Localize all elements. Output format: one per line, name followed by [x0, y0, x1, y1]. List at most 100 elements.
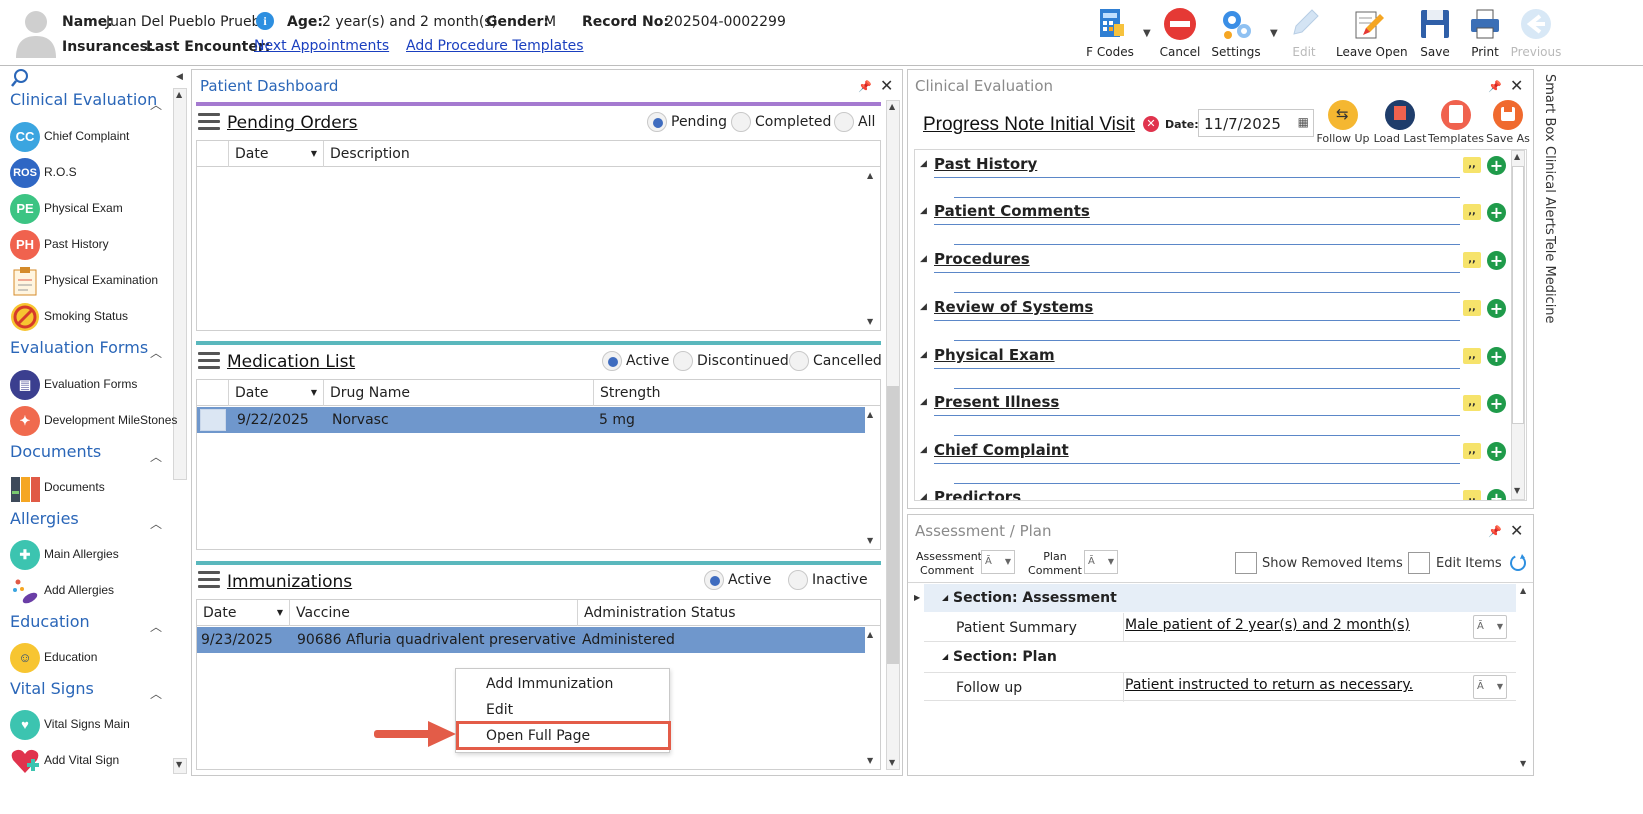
sidebar-item-chief-complaint[interactable]: CC Chief Complaint: [10, 120, 180, 154]
patient-summary-value[interactable]: Male patient of 2 year(s) and 2 month(s): [1125, 617, 1410, 633]
close-icon[interactable]: ✕: [1510, 76, 1523, 95]
section-name[interactable]: Patient Comments: [934, 202, 1090, 220]
column-description[interactable]: Description: [324, 141, 864, 167]
load-last-button[interactable]: Load Last: [1372, 100, 1428, 145]
pin-icon[interactable]: 📌: [858, 80, 872, 93]
radio-active[interactable]: Active: [704, 570, 771, 590]
collapse-triangle-icon[interactable]: ◢: [942, 652, 948, 661]
scroll-up-arrow-icon[interactable]: ▲: [889, 102, 895, 111]
sidebar-item-add-allergies[interactable]: Add Allergies: [10, 574, 180, 608]
scroll-down-arrow-icon[interactable]: ▼: [867, 536, 873, 545]
collapse-triangle-icon[interactable]: ◢: [920, 206, 927, 216]
scroll-down-arrow-icon[interactable]: ▼: [867, 317, 873, 326]
column-date[interactable]: Date ▼: [197, 600, 290, 626]
pin-icon[interactable]: 📌: [1488, 525, 1502, 538]
table-row[interactable]: Patient Summary Male patient of 2 year(s…: [924, 613, 1516, 642]
chevron-up-icon[interactable]: ︿: [150, 618, 162, 635]
info-icon[interactable]: i: [256, 12, 274, 30]
scroll-up-arrow-icon[interactable]: ▲: [1514, 152, 1520, 161]
section-clinical-evaluation[interactable]: Clinical Evaluation: [10, 90, 157, 109]
quote-icon[interactable]: ,,: [1463, 490, 1481, 500]
menu-item-add-immunization[interactable]: Add Immunization: [486, 676, 613, 692]
close-icon[interactable]: ✕: [880, 76, 893, 95]
leave-open-button[interactable]: Leave Open: [1336, 6, 1408, 62]
column-administration-status[interactable]: Administration Status: [578, 600, 864, 626]
refresh-icon[interactable]: [1508, 553, 1528, 573]
section-education[interactable]: Education: [10, 612, 90, 631]
sidebar-item-past-history[interactable]: PH Past History: [10, 228, 180, 262]
chevron-up-icon[interactable]: ︿: [150, 685, 162, 702]
section-past-history[interactable]: ◢ Past History ,, +: [920, 153, 1510, 201]
chevron-up-icon[interactable]: ︿: [150, 448, 162, 465]
sidebar-item-physical-exam[interactable]: PE Physical Exam: [10, 192, 180, 226]
radio-all[interactable]: All: [834, 112, 875, 132]
expand-triangle-icon[interactable]: ▶: [914, 593, 920, 602]
radio-active[interactable]: Active: [602, 351, 669, 371]
medication-list-title[interactable]: Medication List: [227, 352, 355, 372]
collapse-triangle-icon[interactable]: ◢: [920, 445, 927, 455]
plan-comment-dropdown[interactable]: Ā ▼: [1084, 550, 1118, 574]
section-physical-exam[interactable]: ◢ Physical Exam ,, +: [920, 344, 1510, 392]
search-icon[interactable]: [10, 68, 30, 88]
follow-up-button[interactable]: ⇆ Follow Up: [1315, 100, 1371, 145]
patient-summary-format-dropdown[interactable]: Ā ▼: [1473, 615, 1507, 639]
scroll-down-arrow-icon[interactable]: ▼: [867, 756, 873, 765]
note-title[interactable]: Progress Note Initial Visit: [923, 114, 1135, 136]
section-name[interactable]: Chief Complaint: [934, 441, 1069, 459]
close-icon[interactable]: ✕: [1510, 521, 1523, 540]
follow-up-value[interactable]: Patient instructed to return as necessar…: [1125, 677, 1413, 693]
radio-pending[interactable]: Pending: [647, 112, 727, 132]
tab-clinical-alerts[interactable]: Clinical Alerts: [1542, 146, 1557, 235]
chevron-up-icon[interactable]: ︿: [150, 344, 162, 361]
sidebar-item-evaluation-forms[interactable]: ▤ Evaluation Forms: [10, 368, 180, 402]
collapse-triangle-icon[interactable]: ◢: [920, 350, 927, 360]
edit-button[interactable]: Edit: [1272, 6, 1336, 62]
immunizations-menu-icon[interactable]: [198, 571, 220, 589]
sidebar-item-add-vital-sign[interactable]: Add Vital Sign: [10, 744, 180, 778]
dashboard-scroll-thumb[interactable]: [887, 386, 899, 664]
sidebar-item-development-milestones[interactable]: ✦ Development MileStones: [10, 404, 180, 438]
assessment-comment-dropdown[interactable]: Ā ▼: [981, 550, 1015, 574]
pending-orders-title[interactable]: Pending Orders: [227, 113, 358, 133]
table-row[interactable]: Follow up Patient instructed to return a…: [924, 672, 1516, 702]
add-plus-icon[interactable]: +: [1487, 251, 1506, 270]
cancel-button[interactable]: Cancel: [1148, 6, 1212, 62]
templates-button[interactable]: Templates: [1428, 100, 1484, 145]
chevron-up-icon[interactable]: ︿: [150, 96, 162, 113]
quote-icon[interactable]: ,,: [1463, 252, 1481, 268]
section-documents[interactable]: Documents: [10, 442, 101, 461]
immunizations-title[interactable]: Immunizations: [227, 572, 352, 592]
add-plus-icon[interactable]: +: [1487, 203, 1506, 222]
edit-items-checkbox[interactable]: [1408, 552, 1430, 574]
collapse-triangle-icon[interactable]: ◢: [920, 254, 927, 264]
collapse-sidebar-icon[interactable]: ◀: [176, 72, 183, 82]
sidebar-item-smoking-status[interactable]: Smoking Status: [10, 300, 180, 334]
previous-button[interactable]: Previous: [1504, 6, 1568, 62]
section-name[interactable]: Review of Systems: [934, 298, 1093, 316]
add-plus-icon[interactable]: +: [1487, 156, 1506, 175]
scroll-up-arrow-icon[interactable]: ▲: [1520, 586, 1526, 595]
scroll-up-arrow-icon[interactable]: ▲: [867, 410, 873, 419]
tab-smart-box[interactable]: Smart Box: [1542, 74, 1557, 142]
sections-scroll-thumb[interactable]: [1512, 166, 1524, 424]
row-checkbox[interactable]: [200, 409, 226, 431]
section-review-of-systems[interactable]: ◢ Review of Systems ,, +: [920, 296, 1510, 344]
section-name[interactable]: Past History: [934, 155, 1037, 173]
menu-item-edit[interactable]: Edit: [486, 702, 513, 718]
section-name[interactable]: Physical Exam: [934, 346, 1055, 364]
sidebar-item-main-allergies[interactable]: ✚ Main Allergies: [10, 538, 180, 572]
section-present-illness[interactable]: ◢ Present Illness ,, +: [920, 391, 1510, 439]
section-name[interactable]: Predictors: [934, 488, 1021, 500]
show-removed-items-checkbox[interactable]: [1235, 552, 1257, 574]
table-row[interactable]: 9/22/2025 Norvasc 5 mg: [197, 407, 865, 433]
collapse-triangle-icon[interactable]: ◢: [920, 492, 927, 500]
quote-icon[interactable]: ,,: [1463, 157, 1481, 173]
chevron-up-icon[interactable]: ︿: [150, 515, 162, 532]
pending-orders-menu-icon[interactable]: [198, 113, 220, 131]
section-vital-signs[interactable]: Vital Signs: [10, 679, 94, 698]
sidebar-item-physical-examination[interactable]: Physical Examination: [10, 264, 180, 298]
section-procedures[interactable]: ◢ Procedures ,, +: [920, 248, 1510, 296]
section-name[interactable]: Present Illness: [934, 393, 1059, 411]
sidebar-item-documents[interactable]: Documents: [10, 471, 180, 505]
pin-icon[interactable]: 📌: [1488, 80, 1502, 93]
